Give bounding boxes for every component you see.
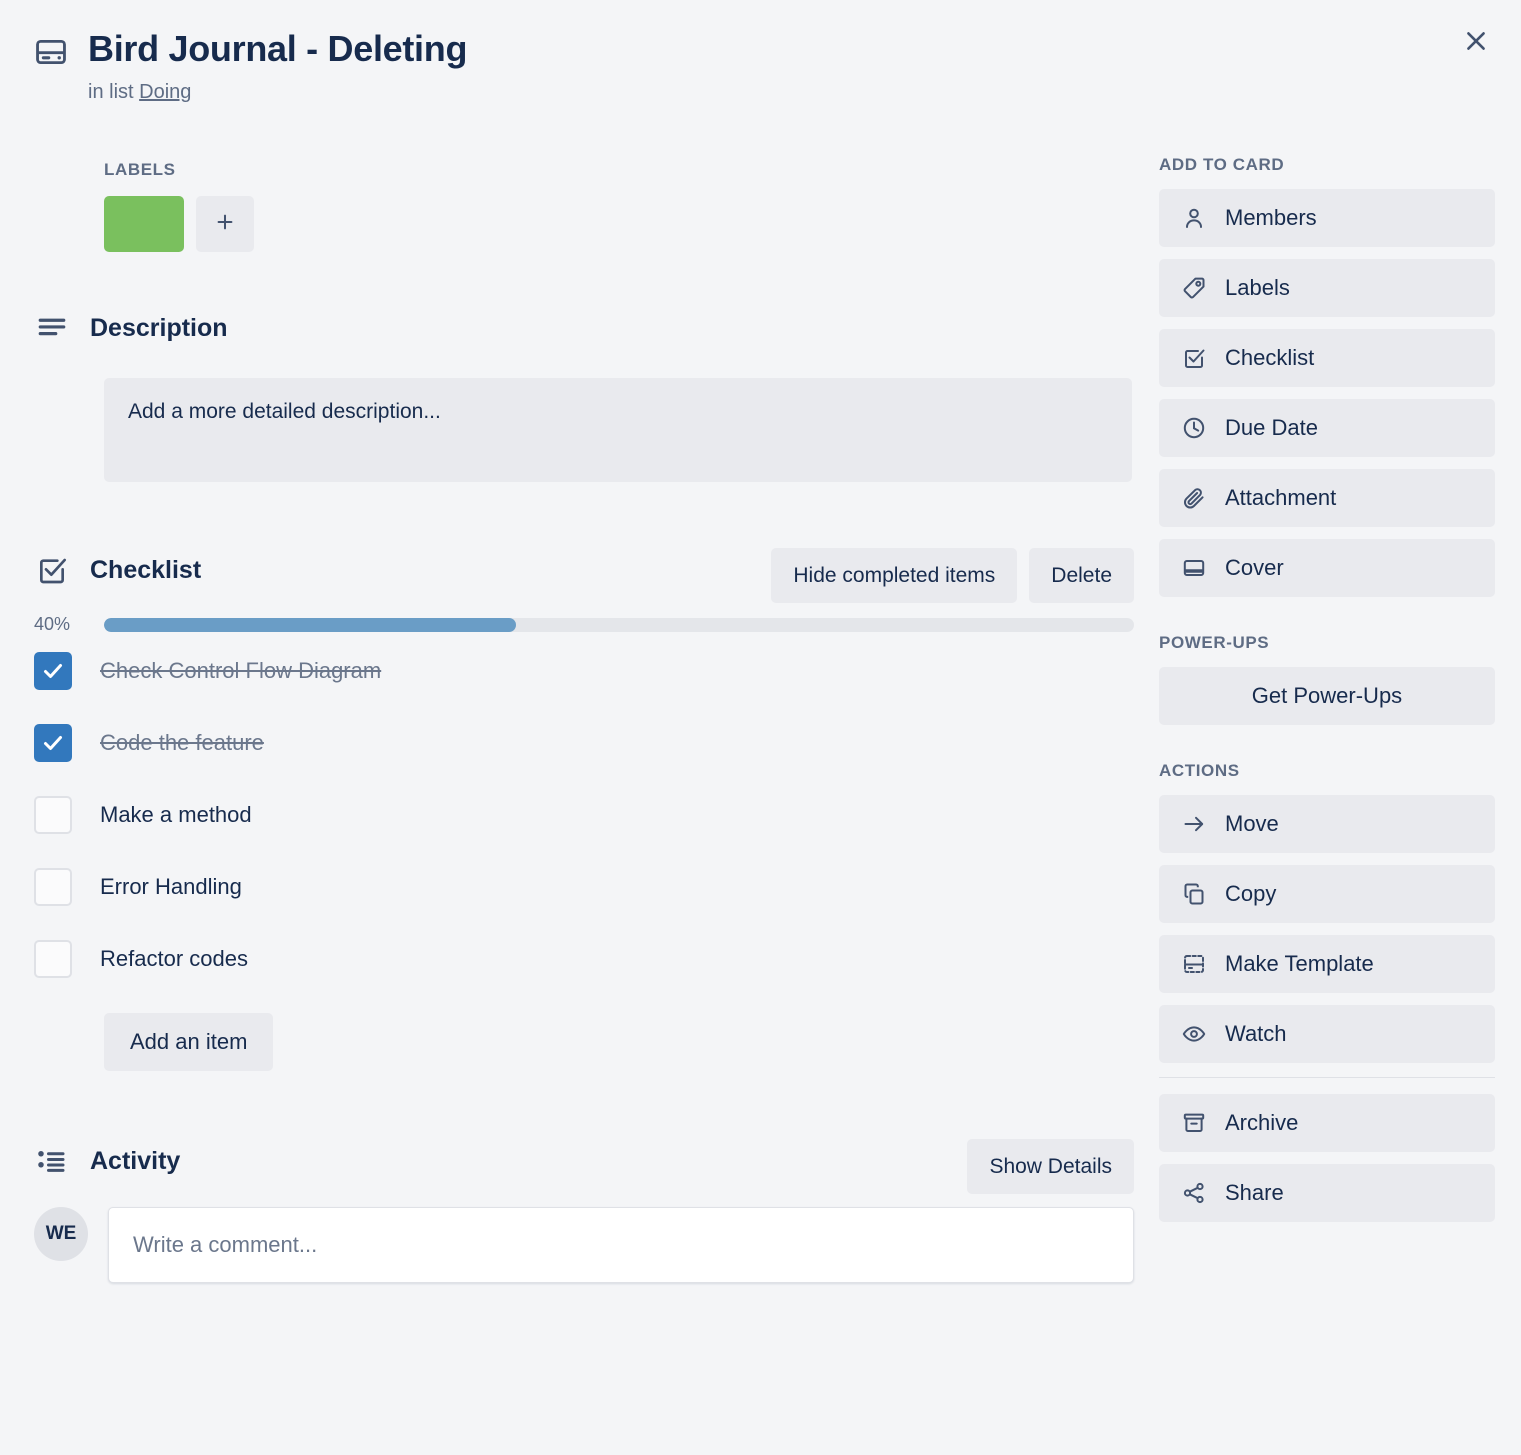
checklist-progress: 40% [34,614,1134,635]
checklist-item-label: Code the feature [100,730,264,755]
add-to-card-item-checklist[interactable]: Checklist [1159,329,1495,387]
description-input[interactable]: Add a more detailed description... [104,378,1132,482]
sidebar-item-label: Due Date [1225,415,1318,440]
checklist-items: Check Control Flow Diagram Code the featu… [34,635,1134,995]
sidebar-item-label: Labels [1225,275,1290,300]
labels-section: LABELS [104,160,1134,252]
card-list-breadcrumb: in list Doing [88,81,1161,104]
add-to-card-item-attachment[interactable]: Attachment [1159,469,1495,527]
sidebar-item-label: Checklist [1225,345,1315,370]
main-content: LABELS Description Add a more detailed d… [34,160,1134,1283]
cover-icon [1181,555,1207,581]
close-button[interactable] [1455,20,1497,62]
checklist-title: Checklist [90,555,202,584]
checklist-item[interactable]: Code the feature [34,707,1134,779]
progress-percent-label: 40% [34,614,71,634]
add-label-button[interactable] [196,196,254,252]
checklist-item-label: Error Handling [100,874,242,899]
actions-list: Move Copy Make Template Watch [1159,795,1495,1063]
activity-section: Activity Show Details WE [34,1139,1134,1283]
add-to-card-heading: ADD TO CARD [1159,155,1285,174]
action-item-make-template[interactable]: Make Template [1159,935,1495,993]
template-icon [1181,951,1207,977]
description-section: Description Add a more detailed descript… [34,310,1134,482]
avatar[interactable]: WE [34,1207,88,1261]
card-header: Bird Journal - Deleting in list Doing [34,28,1161,104]
copy-icon [1181,881,1207,907]
sidebar-item-label: Share [1225,1180,1284,1205]
checklist-item-label: Check Control Flow Diagram [100,658,382,683]
show-details-button[interactable]: Show Details [967,1139,1134,1194]
clock-icon [1181,415,1207,441]
sidebar-item-label: Make Template [1225,951,1374,976]
checklist-item[interactable]: Make a method [34,779,1134,851]
action-item-share[interactable]: Share [1159,1164,1495,1222]
add-to-card-list: Members Labels Checklist Due Date Attachment… [1159,189,1495,597]
action-item-watch[interactable]: Watch [1159,1005,1495,1063]
sidebar: ADD TO CARD Members Labels Checklist Due Da… [1159,155,1495,1234]
checklist-item-checkbox[interactable] [34,940,72,978]
person-icon [1181,205,1207,231]
sidebar-item-label: Cover [1225,555,1284,580]
checklist-item-checkbox[interactable] [34,796,72,834]
actions-heading: ACTIONS [1159,761,1240,780]
checklist-icon [34,552,70,588]
delete-checklist-button[interactable]: Delete [1029,548,1134,603]
list-link[interactable]: Doing [139,81,191,103]
activity-list-icon [34,1143,70,1179]
checklist-item-label: Refactor codes [100,946,248,971]
actions-list-bottom: Archive Share [1159,1094,1495,1222]
labels-heading: LABELS [104,160,176,179]
archive-icon [1181,1110,1207,1136]
share-icon [1181,1180,1207,1206]
description-lines-icon [34,310,70,346]
hide-completed-items-button[interactable]: Hide completed items [771,548,1018,603]
description-title: Description [90,313,228,342]
progress-fill [104,617,516,632]
arrow-right-icon [1181,811,1207,837]
action-item-archive[interactable]: Archive [1159,1094,1495,1152]
checklist-item[interactable]: Error Handling [34,851,1134,923]
card-icon [34,35,68,69]
checklist-item[interactable]: Refactor codes [34,923,1134,995]
plus-icon [214,211,236,238]
add-to-card-item-due-date[interactable]: Due Date [1159,399,1495,457]
green-label[interactable] [104,196,184,252]
power-ups-heading: POWER-UPS [1159,633,1270,652]
sidebar-item-label: Attachment [1225,485,1337,510]
activity-title: Activity [90,1146,181,1175]
sidebar-item-label: Move [1225,811,1279,836]
checklist-item[interactable]: Check Control Flow Diagram [34,635,1134,707]
progress-track [104,617,1134,632]
checklist-item-label: Make a method [100,802,252,827]
action-item-move[interactable]: Move [1159,795,1495,853]
page-title: Bird Journal - Deleting [88,28,468,69]
eye-icon [1181,1021,1207,1047]
add-to-card-item-labels[interactable]: Labels [1159,259,1495,317]
checklist-item-checkbox[interactable] [34,868,72,906]
card-detail-modal: Bird Journal - Deleting in list Doing LA… [0,0,1521,1455]
sidebar-divider [1159,1077,1495,1078]
in-list-prefix: in list [88,81,134,104]
comment-input[interactable] [108,1207,1134,1283]
action-item-copy[interactable]: Copy [1159,865,1495,923]
paperclip-icon [1181,485,1207,511]
close-icon [1463,28,1489,54]
checklist-item-checkbox[interactable] [34,652,72,690]
sidebar-item-label: Watch [1225,1021,1287,1046]
add-checklist-item-button[interactable]: Add an item [104,1013,274,1071]
add-to-card-item-members[interactable]: Members [1159,189,1495,247]
sidebar-item-label: Archive [1225,1110,1299,1135]
checklist-item-checkbox[interactable] [34,724,72,762]
sidebar-item-label: Copy [1225,881,1277,906]
checklist-section: Checklist Hide completed items Delete 40… [34,548,1134,1071]
get-power-ups-button[interactable]: Get Power-Ups [1159,667,1495,725]
sidebar-item-label: Members [1225,205,1317,230]
add-to-card-item-cover[interactable]: Cover [1159,539,1495,597]
checklist-icon [1181,345,1207,371]
tag-icon [1181,275,1207,301]
